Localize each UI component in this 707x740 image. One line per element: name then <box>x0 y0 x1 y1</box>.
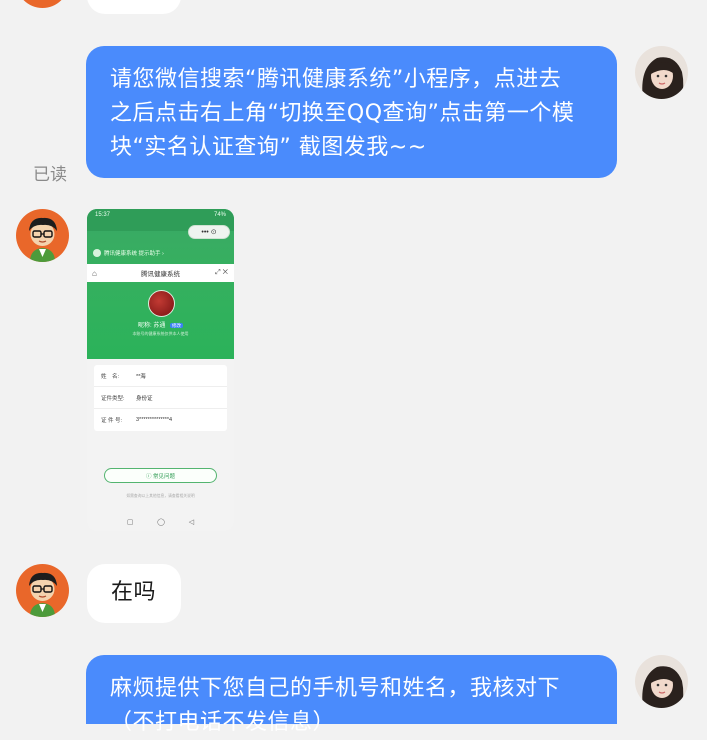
girl-avatar-icon <box>635 46 688 99</box>
screenshot-nickname: 昵称: 苏通 修改 <box>137 323 184 329</box>
screenshot-info-card: 姓 名: **海 证件类型: 身份证 证 件 号: 3*************… <box>94 365 227 431</box>
message-bubble-incoming[interactable]: 在吗 <box>87 564 181 623</box>
info-row-id-number: 证 件 号: 3**************4 <box>101 417 173 424</box>
girl-avatar-icon <box>635 655 688 708</box>
cartoon-man-avatar-icon <box>16 564 69 617</box>
health-logo-icon <box>93 249 101 257</box>
close-icon: ⤢ ✕ <box>215 269 228 276</box>
contact-avatar[interactable] <box>16 564 69 617</box>
read-status: 已读 <box>33 165 67 185</box>
info-row-name: 姓 名: **海 <box>94 365 227 387</box>
cartoon-man-avatar-icon <box>16 0 69 8</box>
shared-screenshot-image[interactable]: 15:37 74% ••• ⊙ 腾讯健康系统 提示助手 › ⌂ 腾讯健康系统 ⤢… <box>87 209 234 531</box>
home-icon: ⌂ <box>92 268 97 278</box>
my-avatar[interactable] <box>635 655 688 708</box>
back-icon: ◁ <box>188 519 195 526</box>
help-icon: ⓘ <box>145 473 153 480</box>
my-avatar[interactable] <box>635 46 688 99</box>
message-line: 之后点击右上角“切换至QQ查询”点击第一个模 <box>110 101 575 126</box>
message-bubble-outgoing[interactable]: 麻烦提供下您自己的手机号和姓名，我核对下 （不打电话不发信息） <box>86 655 617 735</box>
screenshot-subtitle: 本账号的健康系统仅供本人使用 <box>132 331 189 336</box>
message-line: 麻烦提供下您自己的手机号和姓名，我核对下 <box>110 676 561 701</box>
message-bubble-partial[interactable] <box>87 0 181 14</box>
message-bubble-outgoing[interactable]: 请您微信搜索“腾讯健康系统”小程序，点进去 之后点击右上角“切换至QQ查询”点击… <box>86 46 617 178</box>
message-line: （不打电话不发信息） <box>110 710 336 735</box>
recents-icon: ▢ <box>126 519 134 526</box>
screenshot-capsule-button: ••• ⊙ <box>188 225 230 239</box>
message-line: 请您微信搜索“腾讯健康系统”小程序，点进去 <box>110 67 562 92</box>
contact-avatar[interactable] <box>16 0 69 8</box>
message-text: 在吗 <box>111 580 157 605</box>
message-line: 块“实名认证查询” 截图发我~~ <box>110 135 427 160</box>
screenshot-nav-bar: ▢ ◯ ◁ <box>87 513 234 531</box>
contact-avatar[interactable] <box>16 209 69 262</box>
screenshot-faq-button: ⓘ 常见问题 <box>104 468 217 483</box>
screenshot-titlebar: ⌂ 腾讯健康系统 ⤢ ✕ <box>87 264 234 282</box>
screenshot-tip: 腾讯健康系统 提示助手 › <box>93 249 164 257</box>
info-row-id-type: 证件类型: 身份证 <box>94 387 227 409</box>
home-circle-icon: ◯ <box>157 519 166 526</box>
cartoon-man-avatar-icon <box>16 209 69 262</box>
screenshot-footer: 如需查询以上其他信息，请查看相关说明 <box>126 494 195 498</box>
screenshot-profile-photo <box>148 290 175 317</box>
